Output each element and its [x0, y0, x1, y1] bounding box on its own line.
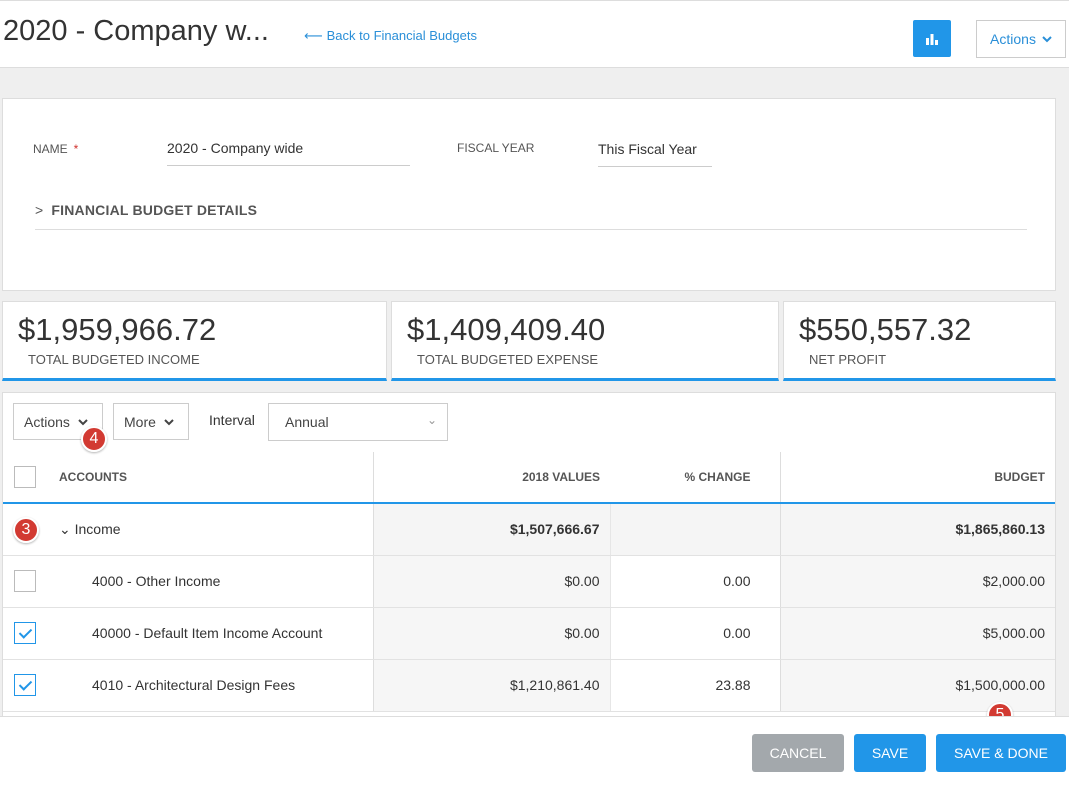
interval-select[interactable]: Annual ⌄	[268, 403, 448, 441]
group-change	[609, 503, 780, 556]
group-values-2018: $1,507,666.67	[372, 503, 610, 556]
total-budgeted-expense-card: $1,409,409.40 TOTAL BUDGETED EXPENSE	[391, 301, 779, 381]
income-group-row[interactable]: ⌄ Income $1,507,666.67 $1,865,860.13	[3, 503, 1055, 556]
step-badge-4: 4	[81, 426, 107, 452]
name-label-text: NAME	[33, 142, 68, 156]
table-row[interactable]: 4010 - Architectural Design Fees $1,210,…	[3, 659, 1055, 712]
accounts-table: ACCOUNTS 2018 VALUES % CHANGE BUDGET ⌄ I…	[3, 452, 1055, 712]
group-budget: $1,865,860.13	[779, 503, 1055, 556]
row-checkbox[interactable]	[14, 674, 36, 696]
save-and-done-button[interactable]: SAVE & DONE	[936, 734, 1066, 772]
budget-header[interactable]: BUDGET	[779, 452, 1055, 504]
total-expense-amount: $1,409,409.40	[407, 312, 606, 347]
interval-label: Interval	[209, 412, 255, 428]
header-actions-dropdown[interactable]: Actions	[976, 20, 1066, 58]
values-2018-header[interactable]: 2018 VALUES	[372, 452, 610, 504]
financial-budget-details-label: FINANCIAL BUDGET DETAILS	[51, 202, 258, 218]
row-budget[interactable]: $2,000.00	[779, 555, 1055, 608]
total-budgeted-income-card: $1,959,966.72 TOTAL BUDGETED INCOME	[2, 301, 387, 381]
details-divider	[35, 229, 1027, 230]
table-actions-label: Actions	[24, 413, 70, 430]
select-all-checkbox[interactable]	[14, 466, 36, 488]
total-income-label: TOTAL BUDGETED INCOME	[28, 352, 200, 367]
row-values-2018: $0.00	[372, 555, 610, 608]
name-field[interactable]: 2020 - Company wide	[167, 140, 410, 166]
row-check-cell	[3, 555, 47, 608]
row-values-2018: $0.00	[372, 607, 610, 660]
total-income-amount: $1,959,966.72	[18, 312, 217, 347]
accounts-table-card: Actions More Interval Annual ⌄ ACCOUNTS …	[2, 392, 1056, 722]
page-header: 2020 - Company w... ⟵ Back to Financial B…	[0, 0, 1069, 68]
left-arrow-icon: ⟵	[304, 28, 323, 43]
chevron-down-icon: ⌄	[59, 520, 71, 537]
fiscal-year-field[interactable]: This Fiscal Year	[598, 141, 712, 167]
more-label: More	[124, 413, 156, 430]
back-to-financial-budgets-link[interactable]: ⟵ Back to Financial Budgets	[304, 28, 477, 44]
row-budget[interactable]: $5,000.00	[779, 607, 1055, 660]
change-header[interactable]: % CHANGE	[610, 452, 780, 504]
accounts-header[interactable]: ACCOUNTS	[47, 452, 373, 504]
chevron-down-icon	[164, 418, 174, 425]
chevron-down-icon	[1042, 36, 1052, 43]
table-row[interactable]: 4000 - Other Income $0.00 0.00 $2,000.00	[3, 555, 1055, 608]
net-profit-card: $550,557.32 NET PROFIT	[783, 301, 1056, 381]
row-checkbox[interactable]	[14, 570, 36, 592]
header-actions-label: Actions	[990, 31, 1036, 47]
interval-value: Annual	[285, 414, 329, 430]
more-dropdown[interactable]: More	[113, 403, 189, 440]
group-account-cell[interactable]: ⌄ Income	[47, 503, 373, 556]
row-check-cell	[3, 607, 47, 660]
row-budget[interactable]: $1,500,000.00	[779, 659, 1055, 712]
chart-button[interactable]	[913, 20, 951, 57]
select-all-cell	[3, 452, 47, 504]
net-profit-amount: $550,557.32	[799, 312, 972, 347]
save-button[interactable]: SAVE	[854, 734, 926, 772]
table-row[interactable]: 40000 - Default Item Income Account $0.0…	[3, 607, 1055, 660]
row-values-2018: $1,210,861.40	[372, 659, 610, 712]
financial-budget-details-toggle[interactable]: > FINANCIAL BUDGET DETAILS	[35, 202, 257, 218]
name-label: NAME *	[33, 142, 78, 156]
total-expense-label: TOTAL BUDGETED EXPENSE	[417, 352, 599, 367]
budget-details-card: NAME * 2020 - Company wide FISCAL YEAR Th…	[2, 98, 1056, 291]
row-check-cell	[3, 659, 47, 712]
row-change: 23.88	[609, 659, 780, 712]
footer-bar: CANCEL SAVE SAVE & DONE	[0, 716, 1069, 786]
table-header-row: ACCOUNTS 2018 VALUES % CHANGE BUDGET	[3, 452, 1055, 504]
row-change: 0.00	[609, 555, 780, 608]
bar-chart-icon	[926, 33, 938, 45]
chevron-down-icon: ⌄	[426, 413, 437, 427]
page-title: 2020 - Company w...	[3, 15, 269, 47]
row-account: 4000 - Other Income	[47, 555, 373, 608]
row-change: 0.00	[609, 607, 780, 660]
row-account: 4010 - Architectural Design Fees	[47, 659, 373, 712]
back-link-label: Back to Financial Budgets	[326, 28, 477, 43]
required-marker: *	[73, 142, 79, 156]
group-name: Income	[74, 520, 121, 537]
row-checkbox[interactable]	[14, 622, 36, 644]
cancel-button[interactable]: CANCEL	[752, 734, 844, 772]
chevron-down-icon	[78, 418, 88, 425]
net-profit-label: NET PROFIT	[809, 352, 887, 367]
row-account: 40000 - Default Item Income Account	[47, 607, 373, 660]
fiscal-year-label: FISCAL YEAR	[457, 141, 535, 155]
chevron-right-icon: >	[35, 202, 44, 218]
step-badge-3: 3	[13, 517, 39, 543]
